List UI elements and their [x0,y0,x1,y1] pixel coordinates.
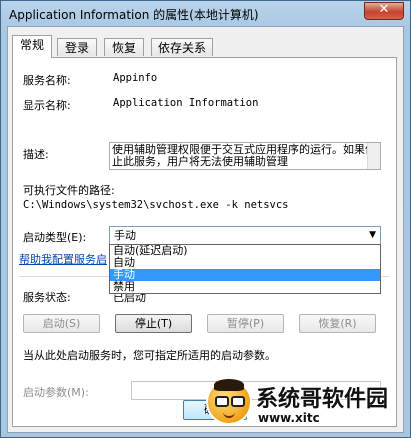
general-tab-panel: 服务名称: Appinfo 显示名称: Application Informat… [12,57,397,427]
display-name-value: Application Information [113,97,259,109]
close-icon: ✕ [378,2,390,17]
option-manual[interactable]: 手动 [110,269,380,281]
service-name-label: 服务名称: [23,74,71,87]
option-auto-delayed[interactable]: 自动(延迟启动) [110,245,380,257]
start-params-hint: 当从此处启动服务时，您可指定所适用的启动参数。 [23,349,276,362]
title-bar[interactable]: Application Information 的属性(本地计算机) ✕ [1,1,410,25]
start-params-label: 启动参数(M): [23,386,89,399]
startup-type-value: 手动 [114,229,136,242]
description-box[interactable]: 使用辅助管理权限便于交互式应用程序的运行。如果停止此服务，用户将无法使用辅助管理 [109,142,381,170]
window-title: Application Information 的属性(本地计算机) [9,8,259,22]
option-auto[interactable]: 自动 [110,257,380,269]
exe-path-value: C:\Windows\system32\svchost.exe -k netsv… [23,199,289,211]
mascot-hair [214,379,244,391]
description-scrollbar[interactable] [367,143,380,169]
pause-button[interactable]: 暂停(P) [207,314,284,333]
mascot-mouth [223,411,235,418]
help-configure-link[interactable]: 帮助我配置服务启 [19,251,107,267]
mascot-eye-left [215,396,229,407]
display-name-label: 显示名称: [23,99,71,112]
startup-type-label: 启动类型(E): [23,231,87,244]
description-label: 描述: [23,148,49,161]
service-name-value: Appinfo [113,72,158,84]
watermark-title: 系统哥软件园 [256,387,389,412]
service-status-label: 服务状态: [23,291,71,304]
resume-button[interactable]: 恢复(R) [299,314,376,333]
mascot-logo [206,379,252,425]
site-watermark: 系统哥软件园 www.xitc [206,373,406,433]
stop-button[interactable]: 停止(T) [115,314,192,333]
description-text: 使用辅助管理权限便于交互式应用程序的运行。如果停止此服务，用户将无法使用辅助管理 [112,143,376,168]
startup-type-select[interactable]: 手动 ▼ [109,226,381,245]
tab-logon[interactable]: 登录 [57,38,97,56]
exe-path-label: 可执行文件的路径: [23,184,115,197]
properties-window: Application Information 的属性(本地计算机) ✕ 常规 … [0,0,411,438]
watermark-url: www.xitc [258,411,320,425]
mascot-eye-right [231,396,245,407]
dialog-client-area: 常规 登录 恢复 依存关系 服务名称: Appinfo 显示名称: Applic… [7,26,404,433]
start-button[interactable]: 启动(S) [23,314,100,333]
close-button[interactable]: ✕ [364,2,404,20]
tab-dependencies[interactable]: 依存关系 [151,38,213,56]
tab-general[interactable]: 常规 [12,35,52,58]
startup-type-dropdown: 自动(延迟启动) 自动 手动 禁用 [109,244,381,294]
tab-recovery[interactable]: 恢复 [104,38,144,56]
option-disabled[interactable]: 禁用 [110,281,380,293]
chevron-down-icon: ▼ [369,230,376,240]
